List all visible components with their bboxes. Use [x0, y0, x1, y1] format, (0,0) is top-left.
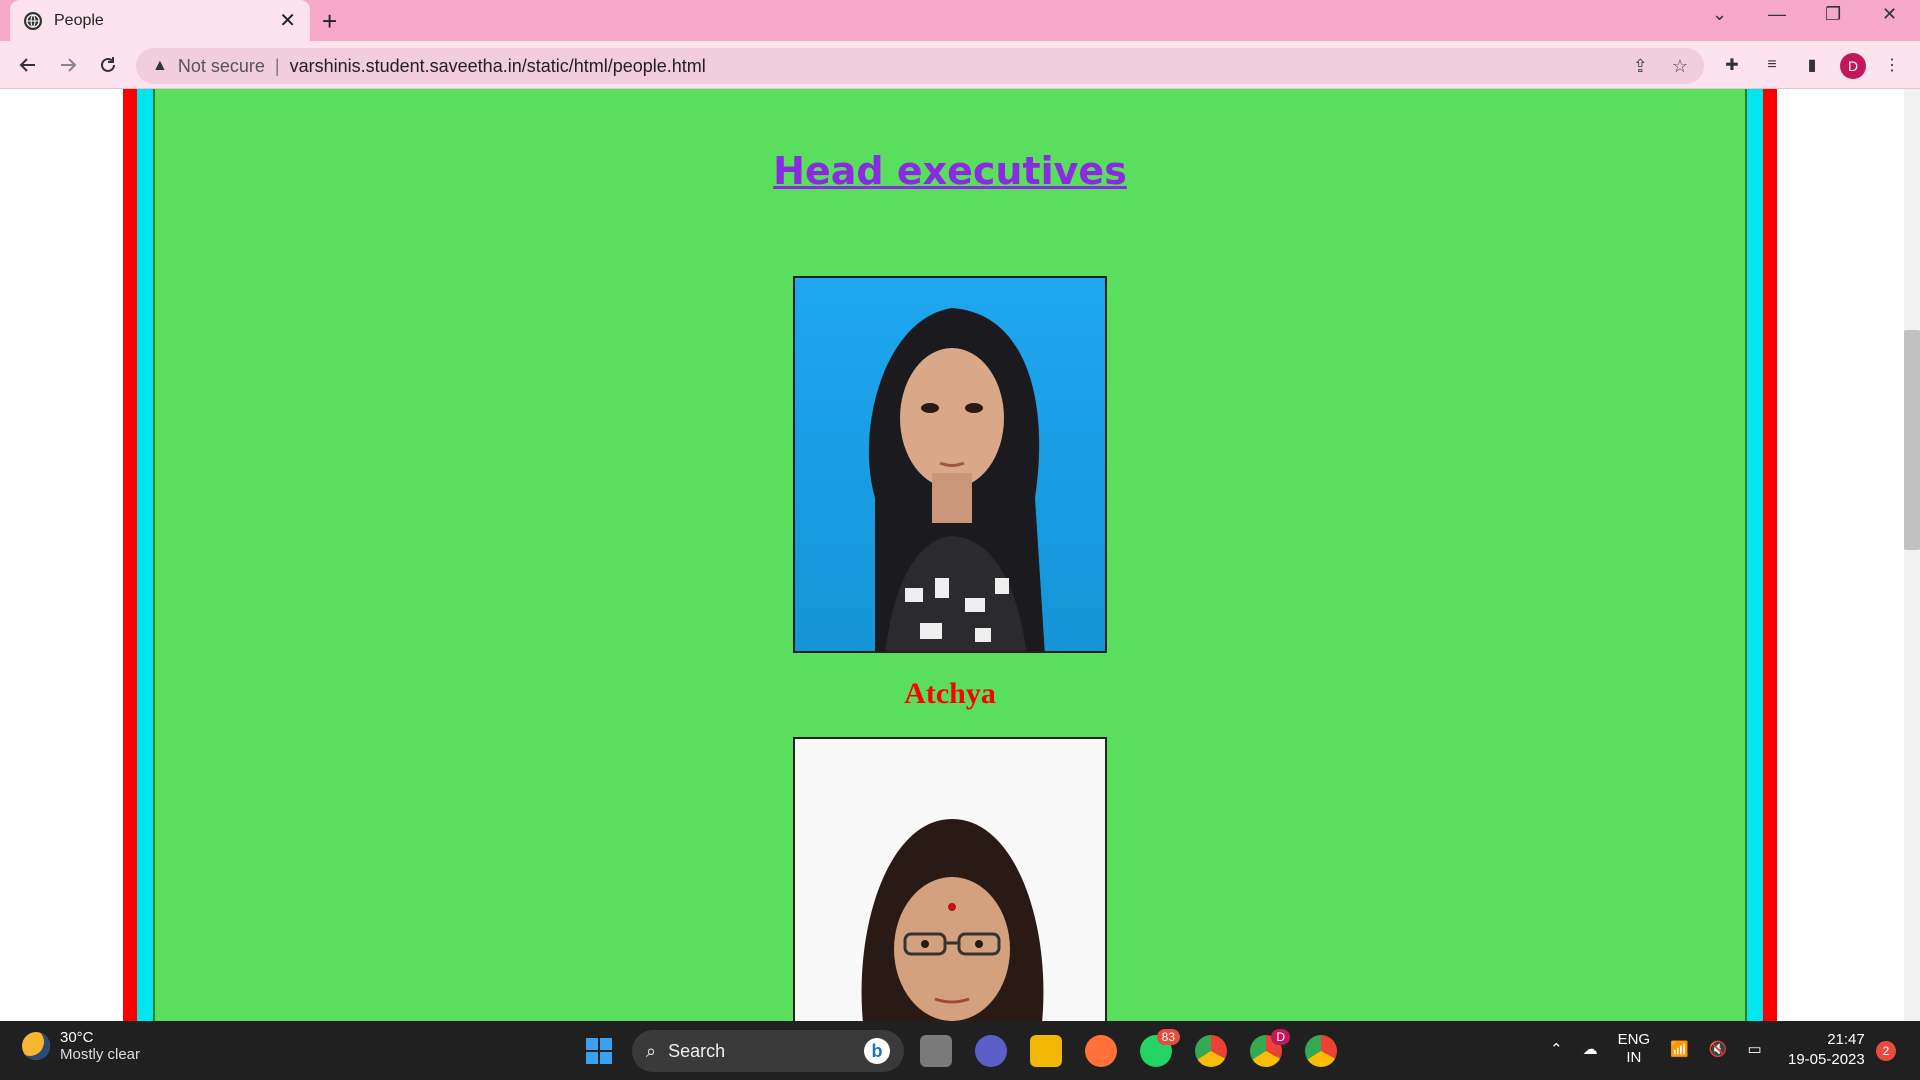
notification-badge[interactable]: 2: [1876, 1041, 1896, 1061]
page-viewport: Head executives Atchya: [0, 89, 1904, 1021]
reload-icon[interactable]: [94, 51, 122, 79]
weather-widget[interactable]: 30°C Mostly clear: [22, 1029, 140, 1063]
browser-toolbar: ▲ Not secure | varshinis.student.saveeth…: [0, 41, 1920, 89]
taskbar-search[interactable]: ⌕ Search b: [632, 1030, 904, 1072]
lang-line2: IN: [1626, 1049, 1642, 1066]
battery-icon[interactable]: ▭: [1747, 1040, 1761, 1058]
media-control-icon[interactable]: ≡: [1760, 53, 1784, 77]
url-text[interactable]: varshinis.student.saveetha.in/static/htm…: [290, 56, 706, 77]
chrome-guest-icon[interactable]: [1305, 1035, 1337, 1067]
task-view-icon[interactable]: [920, 1035, 952, 1067]
person-name: Atchya: [904, 677, 996, 710]
weather-moon-icon: [22, 1032, 50, 1060]
onedrive-icon[interactable]: ☁: [1583, 1040, 1598, 1058]
forward-icon[interactable]: [54, 51, 82, 79]
whatsapp-badge: 83: [1156, 1029, 1180, 1045]
whatsapp-icon[interactable]: 83: [1140, 1029, 1180, 1067]
tab-close-icon[interactable]: ✕: [279, 8, 296, 33]
new-tab-icon[interactable]: +: [322, 6, 337, 37]
warning-icon[interactable]: ▲: [152, 57, 168, 75]
extensions-icon[interactable]: ✚: [1720, 53, 1744, 77]
date: 19-05-2023: [1788, 1051, 1865, 1068]
side-panel-icon[interactable]: ▮: [1800, 53, 1824, 77]
scrollbar-thumb[interactable]: [1904, 330, 1920, 550]
system-tray: ⌃ ☁ ENG IN 📶 🔇 ▭: [1550, 1031, 1762, 1067]
browser-tab[interactable]: People ✕: [10, 0, 310, 41]
file-explorer-icon[interactable]: [1030, 1035, 1062, 1067]
back-icon[interactable]: [14, 51, 42, 79]
browser-tab-bar: People ✕ + ⌄ — ❐ ✕: [0, 0, 1920, 41]
windows-taskbar: 30°C Mostly clear ⌕ Search b 83 D ⌃ ☁ EN…: [0, 1021, 1920, 1080]
time: 21:47: [1827, 1031, 1865, 1048]
person-photo: [793, 276, 1107, 653]
bookmark-star-icon[interactable]: ☆: [1672, 56, 1688, 77]
globe-icon: [24, 11, 42, 30]
windows-start-icon[interactable]: [583, 1035, 615, 1067]
right-red-border: [1763, 89, 1777, 1021]
lang-line1: ENG: [1617, 1031, 1651, 1048]
page-content: Head executives Atchya: [153, 89, 1747, 1021]
language-indicator[interactable]: ENG IN: [1618, 1031, 1651, 1067]
weather-temp: 30°C: [60, 1029, 94, 1046]
tab-title: People: [54, 11, 104, 29]
bing-icon[interactable]: b: [864, 1038, 890, 1064]
teams-icon[interactable]: [975, 1035, 1007, 1067]
divider: |: [274, 55, 280, 76]
chrome-profile-icon[interactable]: D: [1250, 1029, 1290, 1067]
left-red-border: [123, 89, 137, 1021]
search-label: Search: [668, 1040, 726, 1061]
tab-search-chevron-icon[interactable]: ⌄: [1712, 4, 1727, 25]
chevron-up-icon[interactable]: ⌃: [1550, 1040, 1563, 1058]
address-bar[interactable]: ▲ Not secure | varshinis.student.saveeth…: [136, 48, 1704, 84]
weather-desc: Mostly clear: [60, 1046, 141, 1063]
person-photo: [793, 737, 1107, 1021]
window-close-icon[interactable]: ✕: [1882, 4, 1897, 25]
restore-icon[interactable]: ❐: [1825, 4, 1841, 25]
clock[interactable]: 21:47 19-05-2023: [1788, 1030, 1865, 1070]
minimize-icon[interactable]: —: [1768, 4, 1786, 25]
firefox-icon[interactable]: [1085, 1035, 1117, 1067]
share-icon[interactable]: ⇪: [1633, 56, 1648, 77]
security-label: Not secure: [177, 55, 265, 76]
scrollbar-track[interactable]: [1904, 89, 1920, 1021]
search-icon: ⌕: [646, 1040, 657, 1061]
wifi-icon[interactable]: 📶: [1670, 1040, 1689, 1058]
menu-icon[interactable]: ⋮: [1880, 53, 1904, 77]
volume-muted-icon[interactable]: 🔇: [1709, 1040, 1728, 1058]
right-cyan-border: [1747, 89, 1763, 1021]
chrome-icon[interactable]: [1195, 1035, 1227, 1067]
chrome-profile-badge: D: [1271, 1029, 1290, 1045]
page-heading-link[interactable]: Head executives: [155, 149, 1745, 193]
profile-avatar[interactable]: D: [1840, 53, 1866, 79]
left-cyan-border: [137, 89, 153, 1021]
